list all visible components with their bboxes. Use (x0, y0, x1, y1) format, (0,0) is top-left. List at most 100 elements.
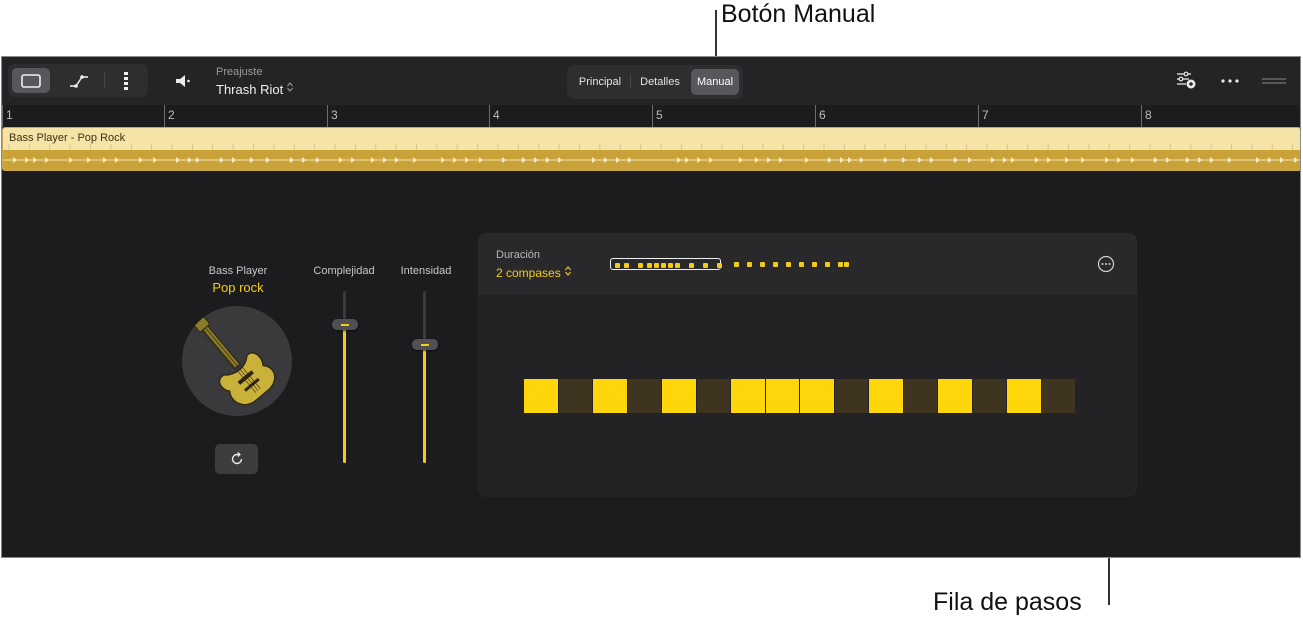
step-off[interactable] (903, 379, 937, 413)
step-on[interactable] (765, 379, 799, 413)
bass-player-region[interactable]: Bass Player - Pop Rock (2, 127, 1300, 171)
bar-overview-dots[interactable] (730, 258, 849, 270)
step-off[interactable] (972, 379, 1006, 413)
overview-dot (844, 261, 849, 267)
bar-marker: 1 (2, 105, 13, 127)
bar-number: 1 (6, 108, 13, 122)
toolbar: Preajuste Thrash Riot Principal Detalles… (2, 57, 1300, 105)
smart-controls-icon[interactable] (1172, 67, 1200, 93)
step-on[interactable] (938, 379, 972, 413)
overview-dot (615, 262, 620, 268)
player-style: Pop rock (212, 280, 264, 295)
overview-dot (760, 261, 765, 267)
more-options-icon[interactable] (1216, 69, 1244, 93)
intensity-thumb[interactable] (412, 339, 438, 350)
overview-dot (654, 262, 659, 268)
preset-value: Thrash Riot (216, 81, 284, 97)
resize-handle-icon[interactable] (1258, 71, 1290, 91)
step-off[interactable] (558, 379, 592, 413)
overview-dot (812, 261, 817, 267)
tab-principal[interactable]: Principal (571, 69, 629, 95)
tab-manual[interactable]: Manual (691, 69, 739, 95)
overview-dot (734, 261, 739, 267)
bar-number: 5 (656, 108, 663, 122)
overview-dot (689, 262, 694, 268)
intensity-slider[interactable] (411, 291, 439, 467)
bar-marker: 5 (652, 105, 663, 127)
overview-dot (661, 262, 666, 268)
bar-number: 3 (331, 108, 338, 122)
player-name: Bass Player (208, 265, 268, 277)
single-pane-icon[interactable] (12, 68, 50, 93)
duration-value: 2 compases (496, 266, 561, 280)
overview-dot (838, 261, 843, 267)
overview-dot (624, 262, 629, 268)
beat-editor-header: Duración 2 compases (478, 233, 1137, 295)
refresh-icon (231, 452, 242, 465)
more-options-icon[interactable] (1096, 254, 1116, 274)
view-mode-group (8, 64, 148, 97)
mode-tabs: Principal Detalles Manual (567, 65, 743, 99)
overview-dot (717, 262, 722, 268)
duration-selector[interactable]: 2 compases (496, 264, 572, 282)
bar-marker: 6 (815, 105, 826, 127)
step-on[interactable] (731, 379, 765, 413)
overview-dot (668, 262, 673, 268)
complexity-thumb[interactable] (332, 319, 358, 330)
refresh-button[interactable] (215, 444, 258, 474)
duration-label: Duración (496, 249, 541, 261)
intensity-label: Intensidad (400, 265, 452, 277)
bar-marker: 4 (489, 105, 500, 127)
speaker-icon[interactable] (170, 69, 196, 93)
step-on[interactable] (869, 379, 903, 413)
overview-dot (675, 262, 680, 268)
bar-number: 4 (493, 108, 500, 122)
lane-list-icon[interactable] (108, 68, 144, 93)
bar-number: 6 (819, 108, 826, 122)
preset-caption: Preajuste (216, 66, 263, 78)
automation-curve-icon[interactable] (60, 68, 98, 93)
chevron-up-down-icon (564, 264, 572, 282)
step-off[interactable] (1041, 379, 1075, 413)
bar-marker: 8 (1141, 105, 1152, 127)
intensity-fill (423, 345, 426, 463)
step-row (478, 295, 1137, 497)
bar-overview-selected[interactable] (610, 258, 722, 270)
step-off[interactable] (834, 379, 868, 413)
step-off[interactable] (627, 379, 661, 413)
overview-dot (799, 261, 804, 267)
bar-number: 7 (982, 108, 989, 122)
overview-dot (647, 262, 652, 268)
overview-dot (773, 261, 778, 267)
manual-button-callout: Botón Manual (721, 0, 876, 28)
group-divider (104, 72, 105, 89)
session-player-window: Preajuste Thrash Riot Principal Detalles… (1, 56, 1301, 558)
bar-marker: 2 (164, 105, 175, 127)
complexity-label: Complejidad (313, 265, 375, 277)
chevron-up-down-icon (286, 80, 294, 98)
bar-overview-dots (611, 259, 722, 269)
step-on[interactable] (593, 379, 627, 413)
overview-dot (825, 261, 830, 267)
bass-guitar-avatar-icon (182, 306, 292, 416)
overview-dot (786, 261, 791, 267)
step-on[interactable] (662, 379, 696, 413)
tab-detalles[interactable]: Detalles (632, 69, 688, 95)
step-row-callout: Fila de pasos (933, 588, 1082, 616)
step-on[interactable] (1007, 379, 1041, 413)
region-waveform (3, 144, 1300, 170)
timeline-ruler[interactable]: 1 2 3 4 5 6 7 8 (2, 105, 1300, 127)
step-on[interactable] (800, 379, 834, 413)
bar-marker: 7 (978, 105, 989, 127)
beat-editor-panel: Duración 2 compases (478, 233, 1137, 497)
preset-selector[interactable]: Thrash Riot (216, 80, 294, 98)
step-on[interactable] (524, 379, 558, 413)
step-off[interactable] (696, 379, 730, 413)
overview-dot (747, 261, 752, 267)
bar-number: 8 (1145, 108, 1152, 122)
complexity-slider[interactable] (331, 291, 359, 467)
overview-dot (703, 262, 708, 268)
bar-number: 2 (168, 108, 175, 122)
tab-divider (630, 75, 631, 89)
beat-editor-body (478, 295, 1137, 497)
